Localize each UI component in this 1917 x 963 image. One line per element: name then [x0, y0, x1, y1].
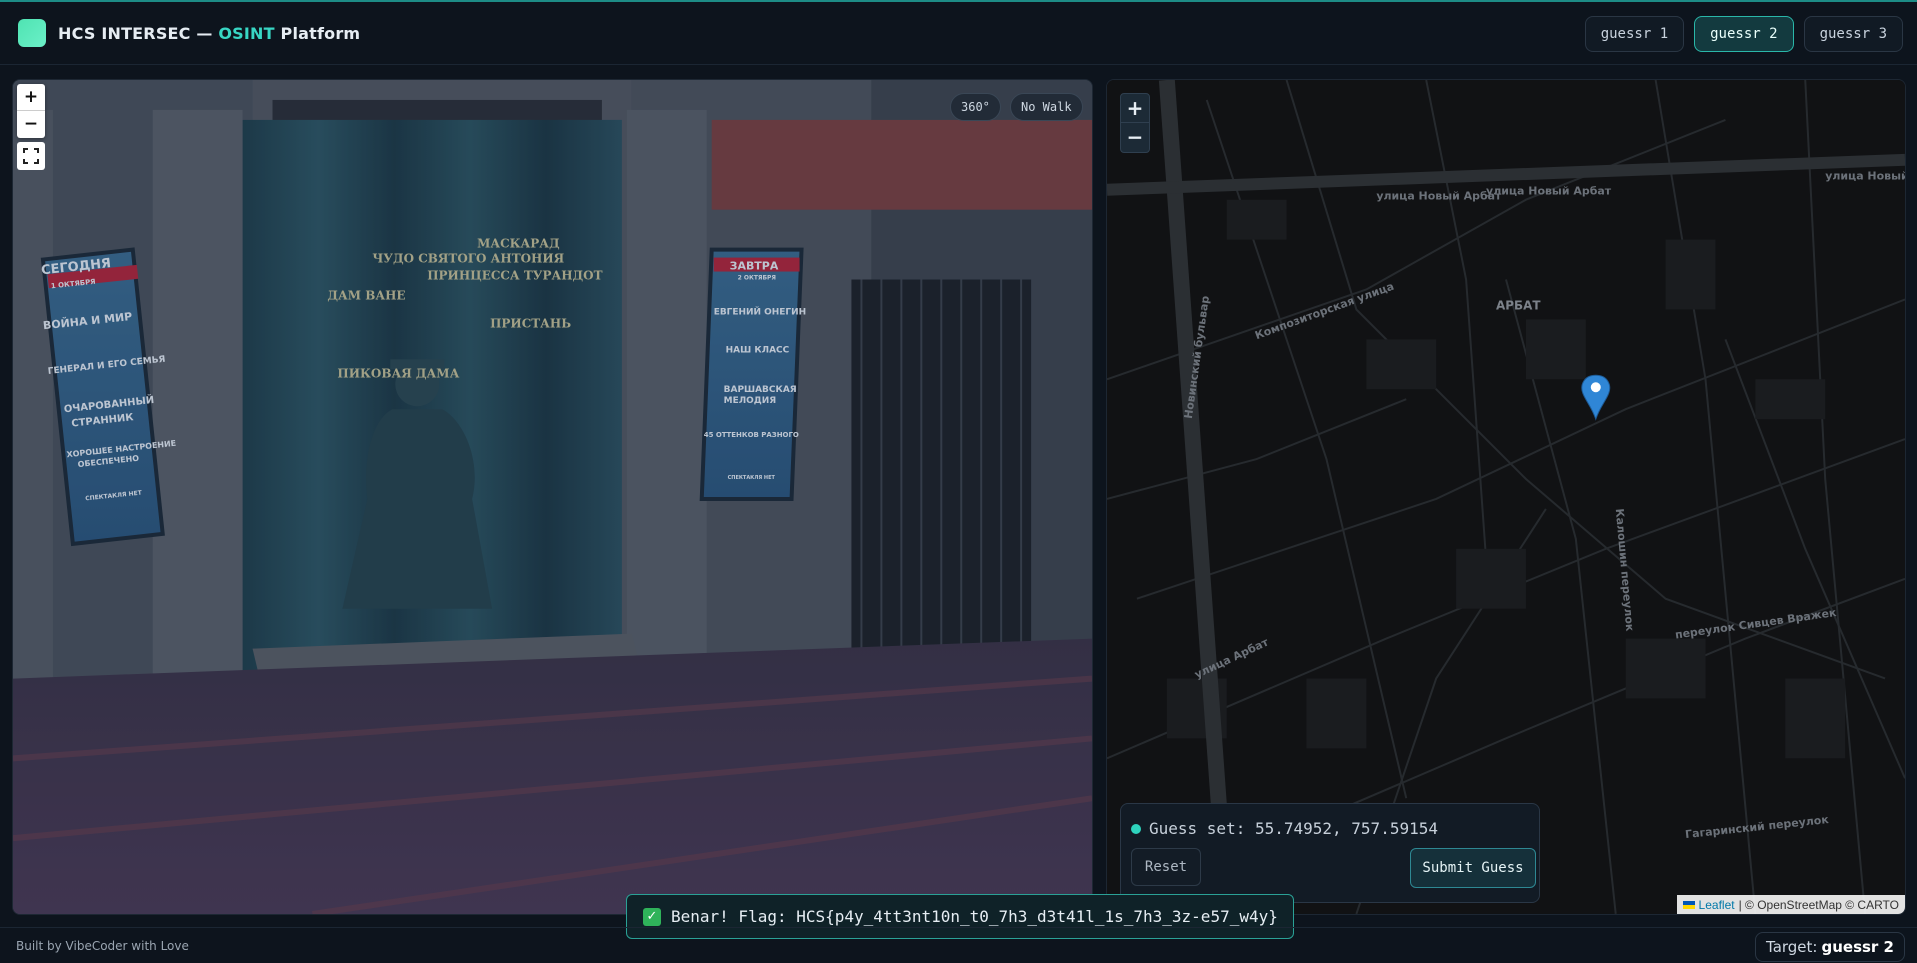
- app-title: HCS INTERSEC — OSINT Platform: [58, 23, 361, 43]
- footer-note: Built by VibeCoder with Love: [16, 938, 189, 953]
- target-label: Target:: [1766, 938, 1818, 956]
- mode-360-badge: 360°: [950, 93, 1001, 121]
- svg-text:АРБАТ: АРБАТ: [1496, 298, 1541, 312]
- guess-status-text: Guess set: 55.74952, 757.59154: [1149, 819, 1438, 838]
- flag-message: Benar! Flag: HCS{p4y_4tt3nt10n_t0_7h3_d3…: [671, 907, 1278, 926]
- svg-text:улица Новый Арбат: улица Новый Арбат: [1376, 190, 1502, 203]
- fullscreen-button[interactable]: [17, 142, 45, 170]
- challenge-tabs: guessr 1 guessr 2 guessr 3: [1584, 16, 1903, 52]
- map-tiles[interactable]: улица Новый Арбат улица Новый Арбат улиц…: [1107, 80, 1905, 914]
- panorama-viewer[interactable]: ЧУДО СВЯТОГО АНТОНИЯ ПРИНЦЕССА ТУРАНДОТ …: [12, 79, 1093, 915]
- target-badge: Target: guessr 2: [1755, 932, 1905, 962]
- tab-guessr-2[interactable]: guessr 2: [1694, 16, 1794, 52]
- fullscreen-icon: [23, 148, 39, 164]
- panorama-zoom-out-button[interactable]: −: [17, 111, 45, 138]
- panorama-zoom-control: + −: [17, 84, 45, 138]
- guess-panel: Guess set: 55.74952, 757.59154 Reset Sub…: [1120, 803, 1540, 903]
- guess-map[interactable]: улица Новый Арбат улица Новый Арбат улиц…: [1106, 79, 1906, 915]
- tab-guessr-1[interactable]: guessr 1: [1584, 16, 1685, 52]
- submit-guess-button[interactable]: Submit Guess: [1410, 848, 1536, 888]
- leaflet-link[interactable]: Leaflet: [1699, 898, 1735, 912]
- panorama-image[interactable]: ЧУДО СВЯТОГО АНТОНИЯ ПРИНЦЕССА ТУРАНДОТ …: [13, 80, 1092, 914]
- map-attribution: Leaflet | © OpenStreetMap © CARTO: [1676, 895, 1905, 914]
- ukraine-flag-icon: [1682, 900, 1695, 909]
- map-zoom-control: + −: [1120, 93, 1150, 153]
- panorama-zoom-in-button[interactable]: +: [17, 84, 45, 111]
- tab-guessr-3[interactable]: guessr 3: [1803, 16, 1903, 52]
- target-value: guessr 2: [1821, 938, 1894, 956]
- svg-text:улица Новый: улица Новый: [1825, 170, 1905, 183]
- status-dot-icon: [1131, 823, 1141, 834]
- app-footer: Built by VibeCoder with Love Target: gue…: [0, 927, 1917, 963]
- app-header: HCS INTERSEC — OSINT Platform guessr 1 g…: [0, 2, 1917, 65]
- reset-button[interactable]: Reset: [1131, 848, 1201, 886]
- guess-status: Guess set: 55.74952, 757.59154: [1131, 819, 1438, 838]
- no-walk-badge: No Walk: [1010, 93, 1083, 121]
- app-logo: [18, 19, 46, 47]
- svg-text:улица Новый Арбат: улица Новый Арбат: [1486, 185, 1612, 198]
- attribution-text: | © OpenStreetMap © CARTO: [1738, 897, 1899, 912]
- map-zoom-out-button[interactable]: −: [1121, 123, 1149, 152]
- map-zoom-in-button[interactable]: +: [1121, 94, 1149, 123]
- check-icon: ✓: [643, 907, 661, 926]
